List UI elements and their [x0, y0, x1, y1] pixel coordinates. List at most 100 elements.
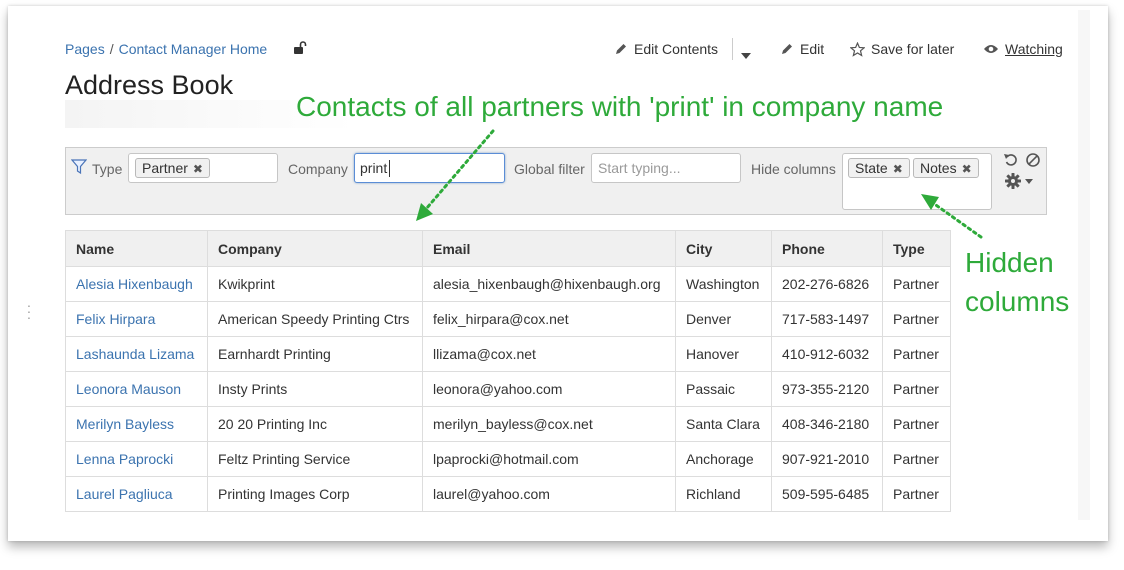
- cell-type: Partner: [882, 266, 951, 302]
- annotation-top: Contacts of all partners with 'print' in…: [296, 91, 944, 122]
- unlock-icon[interactable]: [292, 40, 308, 56]
- scroll-strip: [1078, 10, 1090, 520]
- hide-tag-state[interactable]: State ✖: [848, 158, 910, 178]
- hide-columns-input[interactable]: State ✖ Notes ✖: [842, 153, 992, 210]
- cell-name[interactable]: Lenna Paprocki: [65, 441, 208, 477]
- remove-tag-icon[interactable]: ✖: [193, 162, 203, 176]
- table-row: Lenna Paprocki Feltz Printing Service lp…: [65, 441, 951, 477]
- column-header-city[interactable]: City: [675, 230, 772, 267]
- save-for-later-button[interactable]: Save for later: [850, 41, 954, 57]
- table-row: Felix Hirpara American Speedy Printing C…: [65, 301, 951, 337]
- drag-handle-icon[interactable]: · · ·: [26, 298, 32, 324]
- pencil-icon: [616, 44, 626, 54]
- pencil-icon: [782, 44, 792, 54]
- watching-button[interactable]: Watching: [983, 41, 1063, 57]
- global-filter-input[interactable]: Start typing...: [591, 153, 741, 183]
- type-filter-input[interactable]: Partner ✖: [128, 153, 278, 183]
- cell-city: Anchorage: [675, 441, 772, 477]
- cell-phone: 717-583-1497: [771, 301, 883, 337]
- table-row: Laurel Pagliuca Printing Images Corp lau…: [65, 476, 951, 512]
- type-tag-label: Partner: [142, 160, 188, 176]
- hide-tag-notes[interactable]: Notes ✖: [913, 158, 979, 178]
- cell-phone: 202-276-6826: [771, 266, 883, 302]
- cell-type: Partner: [882, 406, 951, 442]
- cell-city: Hanover: [675, 336, 772, 372]
- cell-email: felix_hirpara@cox.net: [422, 301, 676, 337]
- column-header-name[interactable]: Name: [65, 230, 208, 267]
- breadcrumb-separator: /: [109, 41, 114, 57]
- cell-city: Passaic: [675, 371, 772, 407]
- cell-city: Santa Clara: [675, 406, 772, 442]
- hide-tag-state-label: State: [855, 160, 888, 176]
- column-header-company[interactable]: Company: [207, 230, 423, 267]
- breadcrumb-pages[interactable]: Pages: [65, 41, 105, 57]
- cell-name[interactable]: Lashaunda Lizama: [65, 336, 208, 372]
- gear-icon[interactable]: [1004, 172, 1022, 190]
- cell-email: llizama@cox.net: [422, 336, 676, 372]
- cell-city: Richland: [675, 476, 772, 512]
- cell-type: Partner: [882, 476, 951, 512]
- clear-filters-icon[interactable]: [1025, 152, 1041, 168]
- cell-phone: 973-355-2120: [771, 371, 883, 407]
- type-tag-partner[interactable]: Partner ✖: [135, 158, 210, 178]
- table-row: Alesia Hixenbaugh Kwikprint alesia_hixen…: [65, 266, 951, 302]
- cell-company: 20 20 Printing Inc: [207, 406, 423, 442]
- edit-label: Edit: [800, 41, 825, 57]
- cell-phone: 408-346-2180: [771, 406, 883, 442]
- cell-company: Printing Images Corp: [207, 476, 423, 512]
- cell-email: lpaprocki@hotmail.com: [422, 441, 676, 477]
- cell-city: Denver: [675, 301, 772, 337]
- eye-icon: [984, 45, 998, 53]
- cell-email: leonora@yahoo.com: [422, 371, 676, 407]
- cell-company: American Speedy Printing Ctrs: [207, 301, 423, 337]
- type-filter-label: Type: [92, 161, 123, 177]
- cell-type: Partner: [882, 441, 951, 477]
- cell-phone: 907-921-2010: [771, 441, 883, 477]
- cell-type: Partner: [882, 371, 951, 407]
- contacts-table: Name Company Email City Phone Type Alesi…: [65, 230, 951, 512]
- cell-city: Washington: [675, 266, 772, 302]
- remove-tag-icon[interactable]: ✖: [962, 162, 972, 176]
- table-header-row: Name Company Email City Phone Type: [65, 230, 951, 267]
- company-filter-value: print: [360, 160, 388, 176]
- caret-down-icon: [741, 53, 751, 59]
- caret-down-icon[interactable]: [1025, 179, 1033, 184]
- page-title: Address Book: [65, 70, 234, 100]
- save-for-later-label: Save for later: [871, 41, 955, 57]
- star-icon: [850, 41, 865, 57]
- reset-icon[interactable]: [1003, 152, 1019, 168]
- cell-email: merilyn_bayless@cox.net: [422, 406, 676, 442]
- company-filter-label: Company: [288, 161, 348, 177]
- breadcrumb: Pages / Contact Manager Home: [65, 41, 267, 57]
- cell-name[interactable]: Laurel Pagliuca: [65, 476, 208, 512]
- cell-phone: 410-912-6032: [771, 336, 883, 372]
- remove-tag-icon[interactable]: ✖: [893, 162, 903, 176]
- cell-email: alesia_hixenbaugh@hixenbaugh.org: [422, 266, 676, 302]
- cell-name[interactable]: Felix Hirpara: [65, 301, 208, 337]
- hide-tag-notes-label: Notes: [920, 160, 957, 176]
- column-header-phone[interactable]: Phone: [771, 230, 883, 267]
- edit-dropdown-button[interactable]: [741, 46, 751, 64]
- company-filter-input[interactable]: print: [354, 153, 505, 183]
- cell-company: Earnhardt Printing: [207, 336, 423, 372]
- cell-phone: 509-595-6485: [771, 476, 883, 512]
- text-cursor: [389, 160, 390, 177]
- global-filter-placeholder: Start typing...: [598, 160, 681, 176]
- edit-contents-label: Edit Contents: [634, 41, 719, 57]
- global-filter-label: Global filter: [514, 161, 585, 177]
- cell-name[interactable]: Merilyn Bayless: [65, 406, 208, 442]
- table-row: Merilyn Bayless 20 20 Printing Inc meril…: [65, 406, 951, 442]
- column-header-type[interactable]: Type: [882, 230, 951, 267]
- divider: [732, 38, 733, 60]
- cell-name[interactable]: Alesia Hixenbaugh: [65, 266, 208, 302]
- edit-contents-button[interactable]: Edit Contents: [614, 41, 718, 57]
- table-row: Lashaunda Lizama Earnhardt Printing lliz…: [65, 336, 951, 372]
- annotation-hidden: Hidden: [965, 247, 1054, 278]
- filter-icon[interactable]: [71, 158, 87, 176]
- cell-type: Partner: [882, 336, 951, 372]
- breadcrumb-contact-manager-home[interactable]: Contact Manager Home: [119, 41, 268, 57]
- cell-name[interactable]: Leonora Mauson: [65, 371, 208, 407]
- edit-button[interactable]: Edit: [780, 41, 824, 57]
- column-header-email[interactable]: Email: [422, 230, 676, 267]
- cell-company: Feltz Printing Service: [207, 441, 423, 477]
